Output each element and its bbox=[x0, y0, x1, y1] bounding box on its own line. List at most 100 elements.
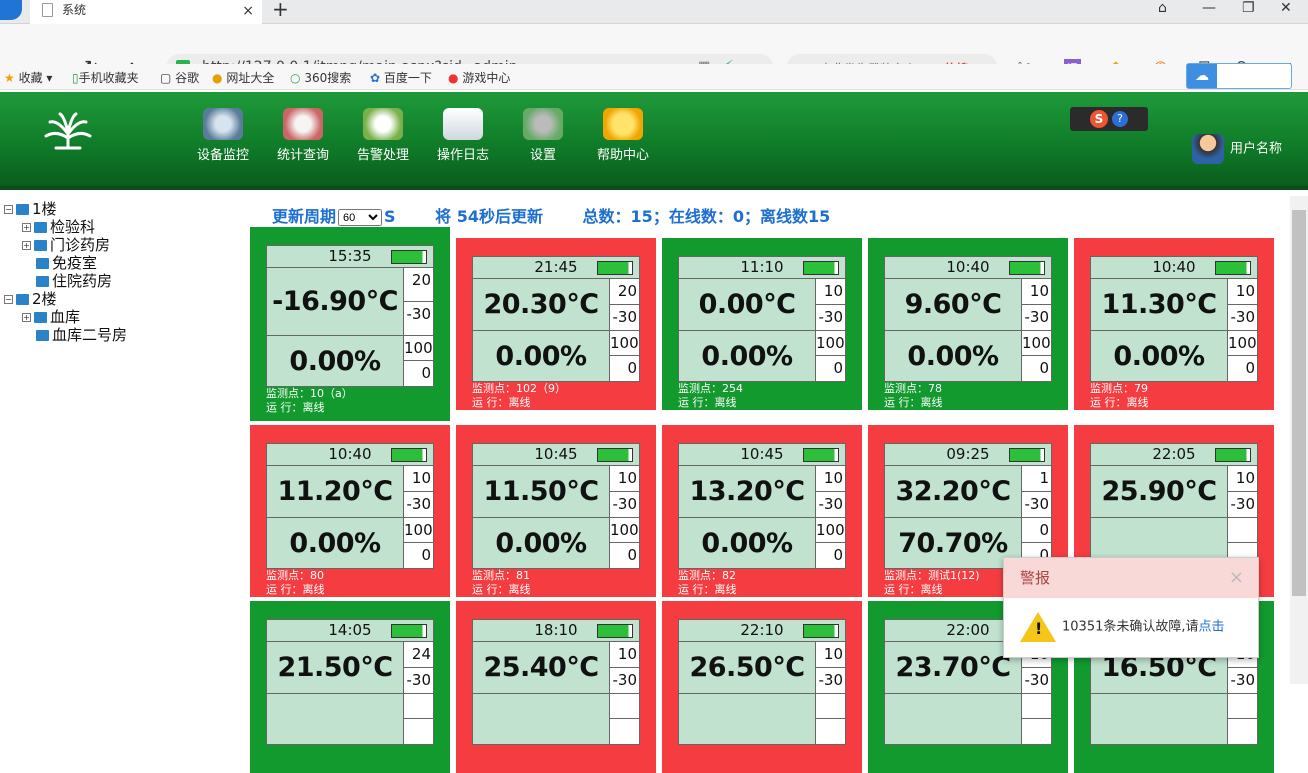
menu-settings[interactable]: 设置 bbox=[508, 108, 578, 163]
help-icon[interactable]: ? bbox=[1112, 111, 1128, 127]
reading-time: 10:45 bbox=[740, 445, 784, 463]
humidity-row: 0.00% 100 0 bbox=[473, 331, 639, 381]
device-card[interactable]: 11:10 0.00℃ 10 -30 0.00% 100 0 监测点：254 运 行：离线 bbox=[662, 238, 862, 410]
collapse-toggle[interactable]: − bbox=[4, 295, 13, 304]
bookmark-mobile[interactable]: ▯手机收藏夹 bbox=[72, 69, 139, 86]
humidity-high-limit bbox=[1228, 518, 1257, 543]
device-card[interactable]: 10:40 11.30℃ 10 -30 0.00% 100 0 监测点：79 运 行：离线 bbox=[1074, 238, 1274, 410]
reading-time: 10:40 bbox=[946, 258, 990, 276]
device-card[interactable]: 18:10 25.40℃ 10 -30 bbox=[456, 601, 656, 773]
device-card[interactable]: 10:40 11.20℃ 10 -30 0.00% 100 0 监测点：80 运 行：离线 bbox=[250, 425, 450, 597]
run-status: 运 行：离线 bbox=[472, 583, 531, 596]
cloud-sync-widget[interactable]: ☁ bbox=[1186, 63, 1292, 89]
humidity-limits: 100 0 bbox=[403, 336, 433, 386]
sogou-icon[interactable]: S bbox=[1090, 110, 1108, 128]
temp-low-limit: -30 bbox=[1228, 491, 1257, 517]
star-icon: ★ bbox=[4, 71, 15, 85]
menu-oplog[interactable]: 操作日志 bbox=[428, 108, 498, 163]
run-status: 运 行：离线 bbox=[678, 583, 737, 596]
humidity-value: 0.00% bbox=[495, 527, 587, 559]
close-window-button[interactable]: ✕ bbox=[1280, 0, 1292, 16]
collapse-toggle[interactable]: − bbox=[4, 205, 13, 214]
temp-low-limit: -30 bbox=[404, 491, 433, 517]
device-card[interactable]: 14:05 21.50℃ 24 -30 bbox=[250, 601, 450, 773]
reading-time: 11:10 bbox=[740, 258, 784, 276]
monitor-point: 监测点：10（a） bbox=[266, 387, 353, 400]
scrollbar-thumb[interactable] bbox=[1292, 210, 1306, 596]
device-card[interactable]: 15:35 -16.90℃ 20 -30 0.00% 100 0 监测点：10（a）运 行：离… bbox=[250, 227, 450, 421]
countdown-text: 将 54秒后更新 bbox=[435, 207, 543, 226]
menu-help[interactable]: 帮助中心 bbox=[588, 108, 658, 163]
calendar-clock-icon bbox=[363, 108, 403, 140]
device-card[interactable]: 22:10 26.50℃ 10 -30 bbox=[662, 601, 862, 773]
cloud-icon: ☁ bbox=[1187, 64, 1217, 88]
tab-title: 系统 bbox=[62, 3, 87, 17]
battery-icon bbox=[1009, 448, 1045, 462]
temperature-value: 23.70℃ bbox=[895, 652, 1011, 683]
device-card[interactable]: 10:45 11.50℃ 10 -30 0.00% 100 0 监测点：81 运 行：离线 bbox=[456, 425, 656, 597]
humidity-high-limit: 100 bbox=[610, 331, 639, 356]
browser-tab[interactable]: 系统 × bbox=[30, 0, 262, 24]
expand-toggle[interactable]: + bbox=[22, 241, 31, 250]
bookmark-favorites[interactable]: ★ 收藏 ▾ bbox=[4, 69, 52, 86]
user-menu[interactable]: 用户名称 bbox=[1192, 134, 1282, 164]
bookmark-nav[interactable]: ● 网址大全 bbox=[212, 69, 274, 86]
bookmark-games[interactable]: ● 游戏中心 bbox=[448, 69, 510, 86]
humidity-low-limit bbox=[610, 719, 639, 744]
bookmark-baidu[interactable]: ✿ 百度一下 bbox=[370, 69, 432, 86]
new-tab-button[interactable]: + bbox=[272, 0, 289, 21]
humidity-row: 0.00% 100 0 bbox=[679, 331, 845, 381]
temperature-row: 26.50℃ 10 -30 bbox=[679, 642, 845, 694]
close-tab-icon[interactable]: × bbox=[242, 1, 254, 21]
period-select[interactable]: 60 bbox=[338, 209, 383, 226]
sensor-panel: 10:40 11.30℃ 10 -30 0.00% 100 0 bbox=[1090, 256, 1258, 382]
wrench-icon bbox=[203, 108, 243, 140]
device-card[interactable]: 21:45 20.30℃ 20 -30 0.00% 100 0 监测点：102（9）运 行：离… bbox=[456, 238, 656, 410]
scrollbar[interactable] bbox=[1290, 196, 1308, 684]
bookmark-360[interactable]: ○ 360搜索 bbox=[290, 69, 351, 86]
temp-limits: 10-30 bbox=[815, 642, 845, 693]
input-method-toolbar[interactable]: S ? bbox=[1070, 107, 1148, 131]
app-header: 设备监控 统计查询 告警处理 操作日志 设置 帮助中心 S ? 用户名称 bbox=[0, 92, 1308, 190]
humidity-low-limit bbox=[1022, 719, 1051, 744]
maximize-button[interactable]: ❐ bbox=[1242, 0, 1255, 16]
menu-alarm[interactable]: 告警处理 bbox=[348, 108, 418, 163]
temperature-row: 11.50℃ 10 -30 bbox=[473, 466, 639, 518]
minimize-button[interactable]: — bbox=[1202, 0, 1216, 16]
room-icon bbox=[36, 258, 49, 269]
battery-icon bbox=[391, 250, 427, 264]
humidity-value bbox=[885, 694, 1021, 744]
temp-limits: 24 -30 bbox=[403, 642, 433, 693]
temperature-row: 21.50℃ 24 -30 bbox=[267, 642, 433, 694]
close-icon[interactable]: × bbox=[1229, 558, 1244, 598]
tree-node-bloodbank2[interactable]: 血库二号房 bbox=[36, 324, 127, 345]
expand-toggle[interactable]: + bbox=[22, 223, 31, 232]
humidity-low-limit: 0 bbox=[610, 543, 639, 568]
temp-low-limit: -30 bbox=[1022, 667, 1051, 693]
pin-icon[interactable]: ⌂ bbox=[1158, 0, 1167, 16]
device-card[interactable]: 10:40 9.60℃ 10 -30 0.00% 100 0 监测点：78 运 行：离线 bbox=[868, 238, 1068, 410]
alarm-title: 警报 bbox=[1020, 569, 1051, 587]
page-icon bbox=[42, 3, 53, 17]
menu-statistics[interactable]: 统计查询 bbox=[268, 108, 338, 163]
temp-limits: 20 -30 bbox=[403, 268, 433, 335]
bookmark-google[interactable]: ▢ 谷歌 bbox=[160, 69, 199, 86]
humidity-low-limit: 0 bbox=[816, 543, 845, 568]
menu-device-monitor[interactable]: 设备监控 bbox=[188, 108, 258, 163]
phone-icon: ▯ bbox=[72, 71, 79, 85]
alarm-click-link[interactable]: 点击 bbox=[1199, 620, 1225, 635]
temp-high-limit: 24 bbox=[404, 642, 433, 668]
temp-low-limit: -30 bbox=[1228, 304, 1257, 330]
monitor-point: 监测点：102（9） bbox=[472, 382, 566, 395]
humidity-value: 0.00% bbox=[495, 340, 587, 372]
reading-time-row: 09:25 bbox=[885, 444, 1051, 466]
device-card[interactable]: 10:45 13.20℃ 10 -30 0.00% 100 0 监测点：82 运 行：离线 bbox=[662, 425, 862, 597]
humidity-row: 0.00% 100 0 bbox=[679, 518, 845, 568]
humidity-value bbox=[473, 694, 609, 744]
reading-time: 10:40 bbox=[328, 445, 372, 463]
card-info: 监测点：81 运 行：离线 bbox=[472, 569, 531, 597]
temp-limits: 10-30 bbox=[609, 466, 639, 517]
temp-low-limit: -30 bbox=[1022, 304, 1051, 330]
expand-toggle[interactable]: + bbox=[22, 313, 31, 322]
folder-icon bbox=[34, 240, 47, 251]
